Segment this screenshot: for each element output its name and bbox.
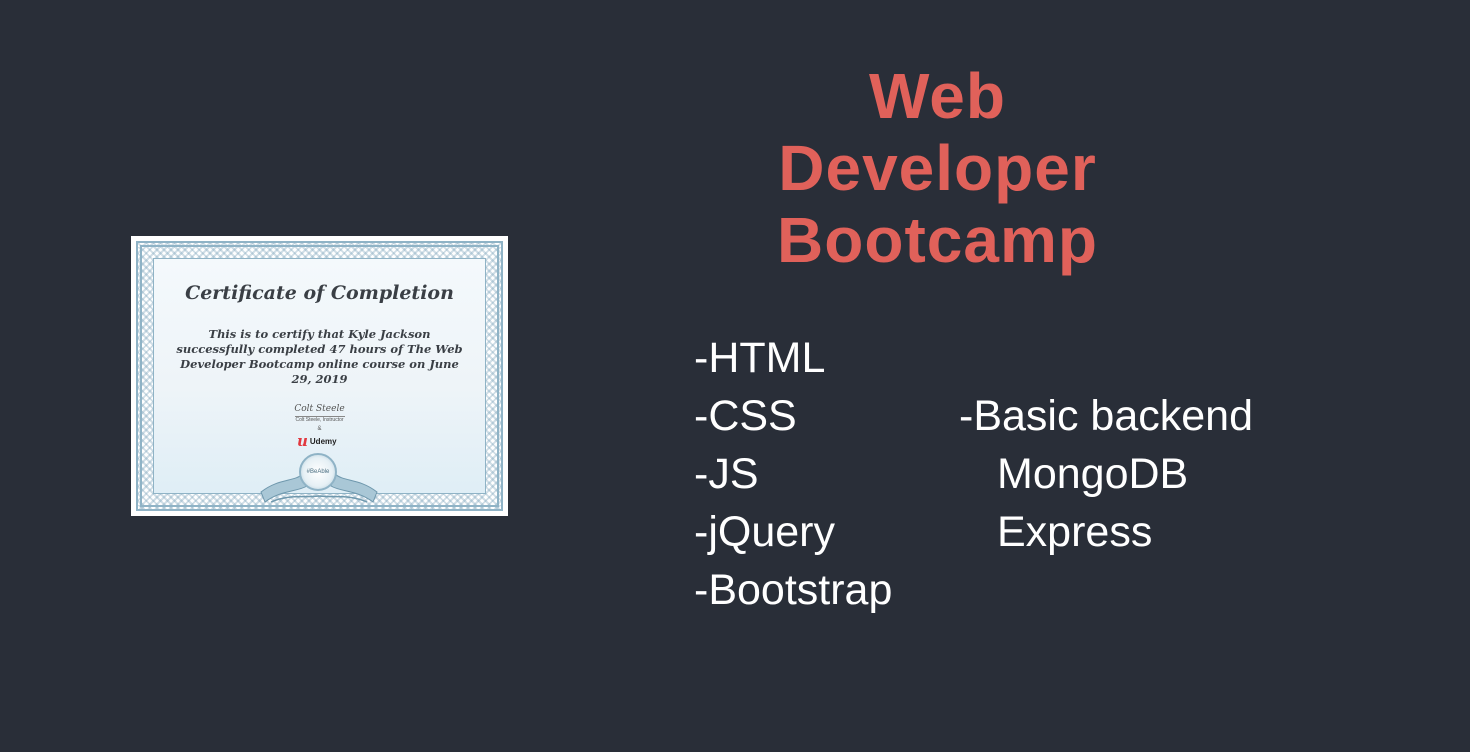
certificate-signature: Colt Steele [294,404,345,414]
seal-text: #BeAble [306,469,330,475]
udemy-logo-text: Udemy [309,437,337,446]
skill-item: -HTML [694,334,826,382]
skill-item: -CSS [694,392,797,440]
udemy-logo-icon: u [297,432,308,450]
slide: Certificate of Completion This is to cer… [0,0,1470,752]
skill-item: -jQuery [694,508,835,556]
certificate-ampersand: & [317,426,322,432]
skill-item: -Bootstrap [694,566,893,614]
title-line-1: Web [869,60,1006,132]
skill-subitem: Express [997,508,1153,556]
page-title: Web Developer Bootcamp [700,60,1175,276]
title-line-3: Bootcamp [777,204,1098,276]
title-line-2: Developer [778,132,1097,204]
skill-item: -Basic backend [959,392,1253,440]
certificate-signer: Colt Steele, Instructor [295,417,344,423]
certificate-seal: #BeAble [259,452,379,508]
certificate-image: Certificate of Completion This is to cer… [131,236,508,516]
udemy-logo: u Udemy [297,434,337,449]
certificate-heading: Certificate of Completion [185,282,454,304]
certificate-body-text: This is to certify that Kyle Jackson suc… [176,327,463,386]
skills-list-frontend: -HTML -CSS -JS -jQuery -Bootstrap [694,329,892,619]
skill-subitem: MongoDB [997,450,1189,498]
skill-item: -JS [694,450,759,498]
seal-badge: #BeAble [299,453,337,491]
skills-list-backend: -Basic backend MongoDB Express [959,387,1253,561]
